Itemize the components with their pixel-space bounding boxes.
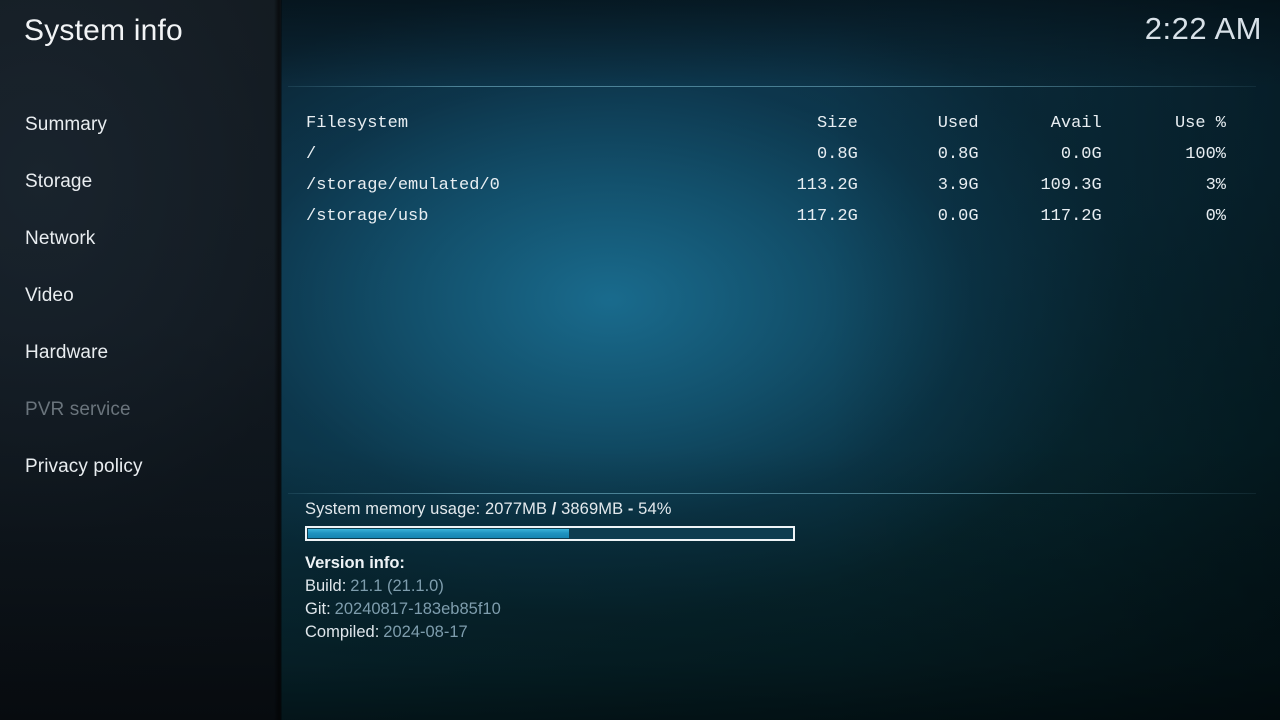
footer-separator <box>288 493 1256 494</box>
clock-label: 2:22 AM <box>1144 11 1262 46</box>
memory-usage-progressbar-fill <box>308 529 570 538</box>
page-title: System info <box>24 14 183 47</box>
cell-avail: 0.0G <box>1060 145 1102 164</box>
memory-usage-progressbar <box>305 526 795 541</box>
sidebar-item-network[interactable]: Network <box>0 210 274 267</box>
version-build-label: Build: <box>305 577 347 595</box>
cell-size: 113.2G <box>796 176 858 195</box>
sidebar-item-pvr-service: PVR service <box>25 399 131 420</box>
system-status-panel: System memory usage: 2077MB / 3869MB - 5… <box>305 500 1245 642</box>
system-info-screen: System info 2:22 AM Summary Storage Networ… <box>0 0 1280 720</box>
table-header-row: Filesystem Size Used Avail Use % <box>306 108 1226 139</box>
version-git-row: Git: 20240817-183eb85f10 <box>305 600 1245 619</box>
filesystem-table-body: / 0.8G 0.8G 0.0G 100% /storage/emulated/0 113.… <box>306 139 1226 232</box>
cell-size: 0.8G <box>816 145 858 164</box>
filesystem-table: Filesystem Size Used Avail Use % / 0.8G 0.… <box>306 108 1226 232</box>
version-git-value: 20240817-183eb85f10 <box>334 600 501 618</box>
memory-total-value: 3869MB <box>561 500 624 518</box>
memory-separator-slash: / <box>551 500 557 518</box>
version-info-heading: Version info: <box>305 554 405 572</box>
version-compiled-row: Compiled: 2024-08-17 <box>305 623 1245 642</box>
version-compiled-value: 2024-08-17 <box>383 623 468 641</box>
cell-use: 0% <box>1205 207 1226 226</box>
sidebar-item-summary[interactable]: Summary <box>0 96 274 153</box>
memory-used-value: 2077MB <box>485 500 548 518</box>
cell-filesystem: / <box>306 145 317 164</box>
column-header-use-pct: Use % <box>1174 114 1226 133</box>
column-header-filesystem: Filesystem <box>306 114 409 133</box>
version-build-row: Build: 21.1 (21.1.0) <box>305 577 1245 596</box>
cell-used: 0.0G <box>937 207 979 226</box>
cell-used: 3.9G <box>937 176 979 195</box>
sidebar-item-privacy-policy[interactable]: Privacy policy <box>0 438 274 495</box>
sidebar-item-storage[interactable]: Storage <box>0 153 274 210</box>
memory-percent-value: 54% <box>638 500 672 518</box>
version-compiled-label: Compiled: <box>305 623 380 641</box>
cell-filesystem: /storage/emulated/0 <box>306 176 500 195</box>
cell-filesystem: /storage/usb <box>306 207 429 226</box>
cell-size: 117.2G <box>796 207 858 226</box>
header-separator <box>288 86 1256 87</box>
version-git-label: Git: <box>305 600 331 618</box>
sidebar-item-hardware[interactable]: Hardware <box>0 324 274 381</box>
memory-separator-dash: - <box>627 500 634 518</box>
sidebar-edge-shadow <box>274 0 282 720</box>
column-header-avail: Avail <box>1050 114 1102 133</box>
memory-usage-label: System memory usage: <box>305 500 481 518</box>
table-row: /storage/emulated/0 113.2G 3.9G 109.3G 3% <box>306 170 1226 201</box>
column-header-used: Used <box>937 114 979 133</box>
table-row: /storage/usb 117.2G 0.0G 117.2G 0% <box>306 201 1226 232</box>
cell-use: 100% <box>1185 145 1226 164</box>
cell-used: 0.8G <box>937 145 979 164</box>
sidebar-item-video[interactable]: Video <box>0 267 274 324</box>
table-row: / 0.8G 0.8G 0.0G 100% <box>306 139 1226 170</box>
cell-avail: 117.2G <box>1040 207 1102 226</box>
version-build-value: 21.1 (21.1.0) <box>350 577 444 595</box>
header-bar: System info 2:22 AM <box>0 0 1280 68</box>
sidebar-menu: Summary Storage Network Video Hardware PVR se… <box>0 96 274 495</box>
cell-avail: 109.3G <box>1040 176 1102 195</box>
cell-use: 3% <box>1205 176 1226 195</box>
memory-usage-line: System memory usage: 2077MB / 3869MB - 5… <box>305 500 1245 519</box>
column-header-size: Size <box>816 114 858 133</box>
